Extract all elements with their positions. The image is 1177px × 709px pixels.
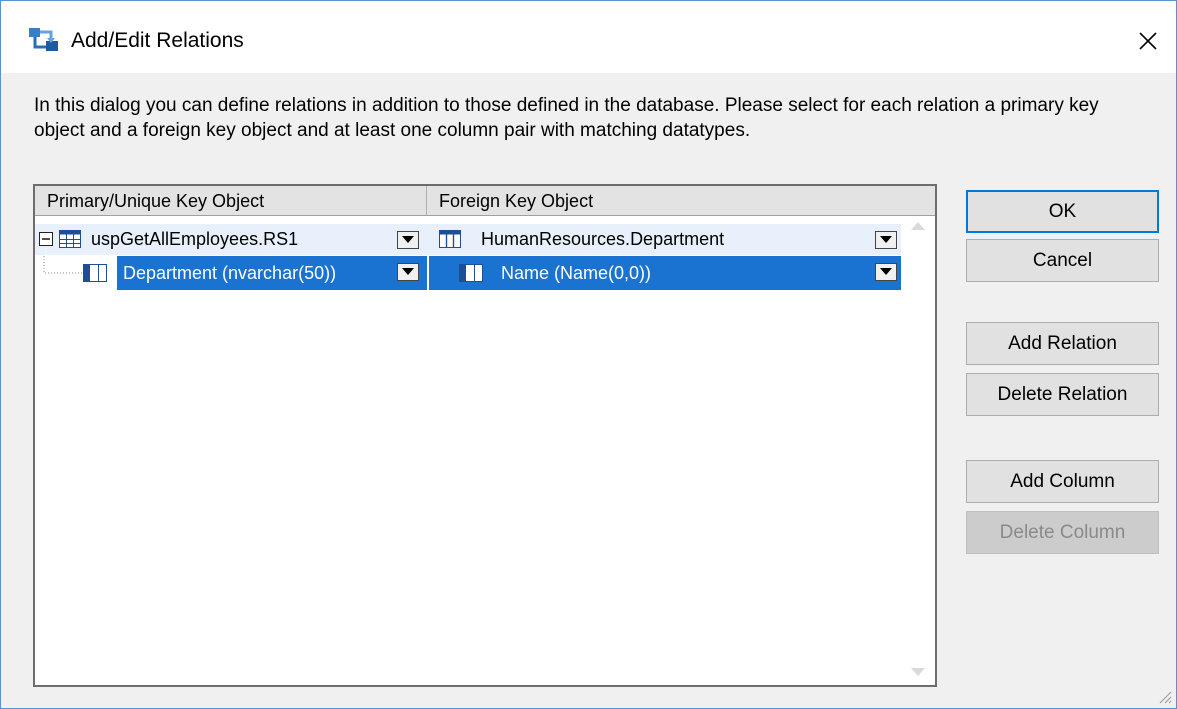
column-icon bbox=[459, 264, 483, 282]
primary-object-label: uspGetAllEmployees.RS1 bbox=[91, 229, 299, 249]
chevron-down-icon bbox=[402, 236, 414, 243]
scroll-up-icon[interactable] bbox=[911, 222, 925, 230]
scroll-down-icon[interactable] bbox=[911, 668, 925, 676]
description-text: In this dialog you can define relations … bbox=[34, 95, 1099, 141]
foreign-object-label: HumanResources.Department bbox=[481, 229, 725, 249]
close-icon bbox=[1139, 32, 1157, 50]
foreign-column-label: Name (Name(0,0)) bbox=[501, 262, 652, 283]
relation-row[interactable]: uspGetAllEmployees.RS1 HumanResources.De… bbox=[35, 224, 905, 255]
primary-column-label: Department (nvarchar(50)) bbox=[123, 262, 337, 283]
title-bar[interactable]: Add/Edit Relations bbox=[1, 1, 1176, 73]
relations-grid[interactable]: Primary/Unique Key Object Foreign Key Ob… bbox=[33, 184, 937, 687]
primary-object-dropdown[interactable] bbox=[397, 231, 419, 249]
delete-relation-button[interactable]: Delete Relation bbox=[966, 373, 1159, 416]
column-pair-row[interactable]: Department (nvarchar(50)) Name (Name(0,0… bbox=[35, 248, 905, 290]
add-column-button[interactable]: Add Column bbox=[966, 460, 1159, 503]
chevron-down-icon bbox=[402, 268, 414, 275]
table-icon bbox=[59, 230, 81, 248]
relations-icon bbox=[29, 28, 58, 51]
close-button[interactable] bbox=[1126, 21, 1170, 61]
table-columns-icon bbox=[439, 230, 461, 248]
column-icon bbox=[83, 264, 107, 282]
foreign-column-dropdown[interactable] bbox=[875, 263, 897, 281]
window-title: Add/Edit Relations bbox=[71, 29, 244, 52]
cancel-button[interactable]: Cancel bbox=[966, 239, 1159, 282]
ok-button[interactable]: OK bbox=[966, 190, 1159, 233]
resize-grip-icon[interactable] bbox=[1156, 688, 1172, 704]
chevron-down-icon bbox=[880, 268, 892, 275]
collapse-icon[interactable] bbox=[39, 232, 53, 246]
column-header-primary[interactable]: Primary/Unique Key Object bbox=[35, 186, 427, 216]
column-header-foreign[interactable]: Foreign Key Object bbox=[427, 186, 935, 216]
vertical-scrollbar[interactable] bbox=[901, 216, 935, 685]
chevron-down-icon bbox=[880, 236, 892, 243]
foreign-object-dropdown[interactable] bbox=[875, 231, 897, 249]
add-relation-button[interactable]: Add Relation bbox=[966, 322, 1159, 365]
cell-separator bbox=[427, 256, 429, 290]
primary-column-dropdown[interactable] bbox=[397, 263, 419, 281]
dialog-window: Add/Edit Relations In this dialog you ca… bbox=[0, 0, 1177, 709]
delete-column-button[interactable]: Delete Column bbox=[966, 511, 1159, 554]
